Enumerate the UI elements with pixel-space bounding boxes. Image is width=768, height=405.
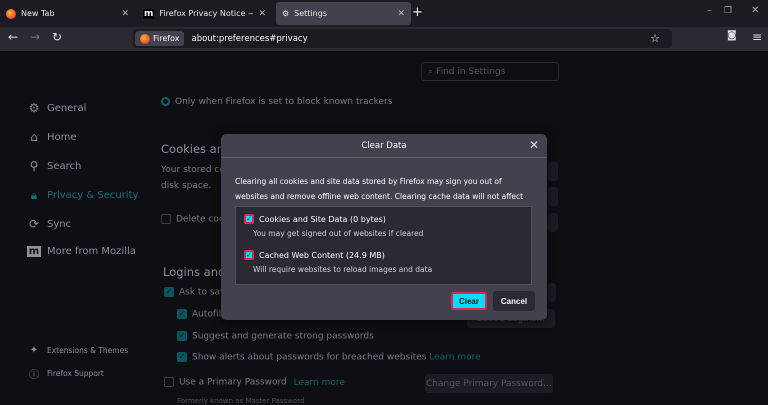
- sidebar-label: Sync: [47, 218, 72, 230]
- clear-data-dialog: Clear Data ✕ Clearing all cookies and si…: [221, 134, 547, 320]
- clear-button[interactable]: Clear: [451, 292, 487, 310]
- checkbox-icon: ✓: [177, 352, 187, 362]
- search-icon: ⌕: [428, 66, 434, 77]
- checkbox-icon: [164, 377, 174, 387]
- breach-alerts-checkbox[interactable]: ✓ Show alerts about passwords for breache…: [177, 352, 481, 363]
- primary-password-checkbox[interactable]: Use a Primary Password Learn more: [164, 377, 345, 388]
- back-button[interactable]: ←: [8, 30, 18, 44]
- sidebar-label: Firefox Support: [47, 369, 104, 378]
- checkbox-label: Show alerts about passwords for breached…: [192, 352, 427, 363]
- checkbox-label: Autofill: [192, 309, 224, 320]
- sidebar-label: Search: [47, 160, 82, 172]
- clear-options-list: ✓ Cookies and Site Data (0 bytes) You may…: [235, 206, 532, 285]
- tab-label: New Tab: [21, 9, 55, 18]
- option-description: Will require websites to reload images a…: [253, 265, 433, 274]
- gear-icon: ⚙: [282, 9, 290, 18]
- sidebar-item-privacy[interactable]: 🔒︎ Privacy & Security: [27, 188, 139, 203]
- tab-privacy-notice[interactable]: m Firefox Privacy Notice — Mozilla ✕: [137, 2, 272, 25]
- checkbox-label: Suggest and generate strong passwords: [192, 331, 374, 342]
- suggest-passwords-checkbox[interactable]: ✓ Suggest and generate strong passwords: [177, 331, 374, 342]
- sidebar-label: More from Mozilla: [47, 246, 136, 257]
- learn-more-link[interactable]: Learn more: [429, 353, 480, 363]
- checkbox-checked-icon: ✓: [244, 214, 254, 224]
- bookmark-star-icon[interactable]: ☆: [650, 32, 660, 45]
- sidebar-item-more-from-mozilla[interactable]: m More from Mozilla: [27, 246, 136, 257]
- sidebar-label: Extensions & Themes: [47, 346, 129, 355]
- radio-label: Only when Firefox is set to block known …: [175, 97, 393, 107]
- puzzle-icon: ✦: [29, 345, 39, 356]
- tab-bar: New Tab ✕ m Firefox Privacy Notice — Mozil…: [0, 0, 768, 27]
- formerly-known-note: Formerly known as Master Password: [177, 397, 305, 405]
- sync-icon: ⟳: [28, 217, 40, 231]
- option-description: You may get signed out of websites if cl…: [253, 229, 424, 238]
- manage-data-button[interactable]: [548, 162, 558, 181]
- sidebar-label: General: [47, 102, 87, 114]
- lock-icon: 🔒︎: [30, 188, 38, 202]
- close-tab-icon[interactable]: ✕: [397, 9, 405, 19]
- nav-toolbar: ← → ↻ Firefox about:preferences#privacy …: [0, 27, 768, 51]
- tab-label: Firefox Privacy Notice — Mozilla: [159, 9, 253, 18]
- restore-button[interactable]: ❐: [724, 6, 732, 16]
- login-exceptions-button[interactable]: [548, 283, 556, 302]
- menu-icon[interactable]: ≡: [752, 30, 762, 44]
- tab-settings[interactable]: ⚙ Settings ✕: [276, 2, 411, 25]
- checkbox-icon: ✓: [177, 331, 187, 341]
- option-label: Cookies and Site Data (0 bytes): [259, 214, 386, 224]
- learn-more-link[interactable]: Learn more: [294, 378, 345, 388]
- sidebar-firefox-support[interactable]: ⓘ Firefox Support: [27, 366, 104, 381]
- close-tab-icon[interactable]: ✕: [258, 9, 266, 19]
- change-primary-password-button[interactable]: Change Primary Password…: [425, 374, 553, 393]
- mozilla-icon: m: [143, 8, 155, 19]
- identity-chip[interactable]: Firefox: [135, 31, 185, 46]
- search-placeholder: Find in Settings: [436, 66, 506, 77]
- delete-cookies-checkbox[interactable]: Delete cook: [161, 214, 230, 225]
- radio-only-when-blocking[interactable]: Only when Firefox is set to block known …: [161, 97, 392, 107]
- dialog-title: Clear Data: [221, 134, 547, 158]
- cookies-site-data-checkbox[interactable]: ✓ Cookies and Site Data (0 bytes): [244, 214, 386, 224]
- sidebar-item-sync[interactable]: ⟳ Sync: [27, 217, 71, 231]
- firefox-icon: [140, 33, 150, 44]
- checkbox-label: Use a Primary Password: [179, 377, 287, 388]
- radio-icon: [161, 97, 170, 106]
- sidebar-label: Home: [47, 131, 77, 143]
- cookies-description-2: disk space.: [161, 181, 212, 191]
- url-text[interactable]: about:preferences#privacy: [191, 34, 307, 44]
- close-icon[interactable]: ✕: [529, 138, 539, 152]
- cookie-exceptions-button[interactable]: [548, 213, 558, 232]
- option-label: Cached Web Content (24.9 MB): [259, 250, 385, 260]
- checkbox-icon: ✓: [177, 309, 187, 319]
- find-in-settings-input[interactable]: ⌕ Find in Settings: [421, 62, 559, 81]
- checkbox-icon: [161, 214, 171, 224]
- cookies-description: Your stored coo: [161, 165, 231, 175]
- new-tab-button[interactable]: +: [412, 5, 423, 20]
- sidebar-item-general[interactable]: ⚙ General: [27, 101, 87, 115]
- close-tab-icon[interactable]: ✕: [121, 9, 129, 19]
- reload-button[interactable]: ↻: [52, 30, 62, 44]
- mozilla-icon: m: [27, 246, 41, 257]
- minimize-button[interactable]: –: [707, 5, 712, 16]
- cached-web-content-checkbox[interactable]: ✓ Cached Web Content (24.9 MB): [244, 250, 385, 260]
- forward-button[interactable]: →: [30, 30, 40, 44]
- firefox-icon: [6, 8, 16, 19]
- checkbox-icon: ✓: [164, 287, 174, 297]
- checkbox-checked-icon: ✓: [244, 250, 254, 260]
- sidebar-item-home[interactable]: ⌂ Home: [27, 130, 77, 144]
- tab-label: Settings: [294, 9, 327, 18]
- close-window-button[interactable]: ✕: [751, 5, 759, 16]
- manage-exceptions-button[interactable]: [548, 187, 558, 206]
- search-icon: ⚲: [29, 159, 39, 173]
- sidebar-item-search[interactable]: ⚲ Search: [27, 159, 82, 173]
- tab-new-tab[interactable]: New Tab ✕: [0, 2, 135, 25]
- gear-icon: ⚙: [28, 101, 40, 115]
- cancel-button[interactable]: Cancel: [493, 291, 535, 311]
- sidebar-extensions-themes[interactable]: ✦ Extensions & Themes: [27, 345, 128, 356]
- home-icon: ⌂: [30, 130, 38, 144]
- sidebar-label: Privacy & Security: [47, 190, 139, 201]
- button-label: Change Primary Password…: [426, 378, 552, 389]
- autofill-checkbox[interactable]: ✓ Autofill: [177, 309, 224, 320]
- pocket-icon[interactable]: ◙: [727, 30, 737, 41]
- url-bar[interactable]: Firefox about:preferences#privacy ☆: [133, 29, 672, 48]
- help-icon: ⓘ: [29, 370, 39, 381]
- identity-label: Firefox: [153, 34, 180, 43]
